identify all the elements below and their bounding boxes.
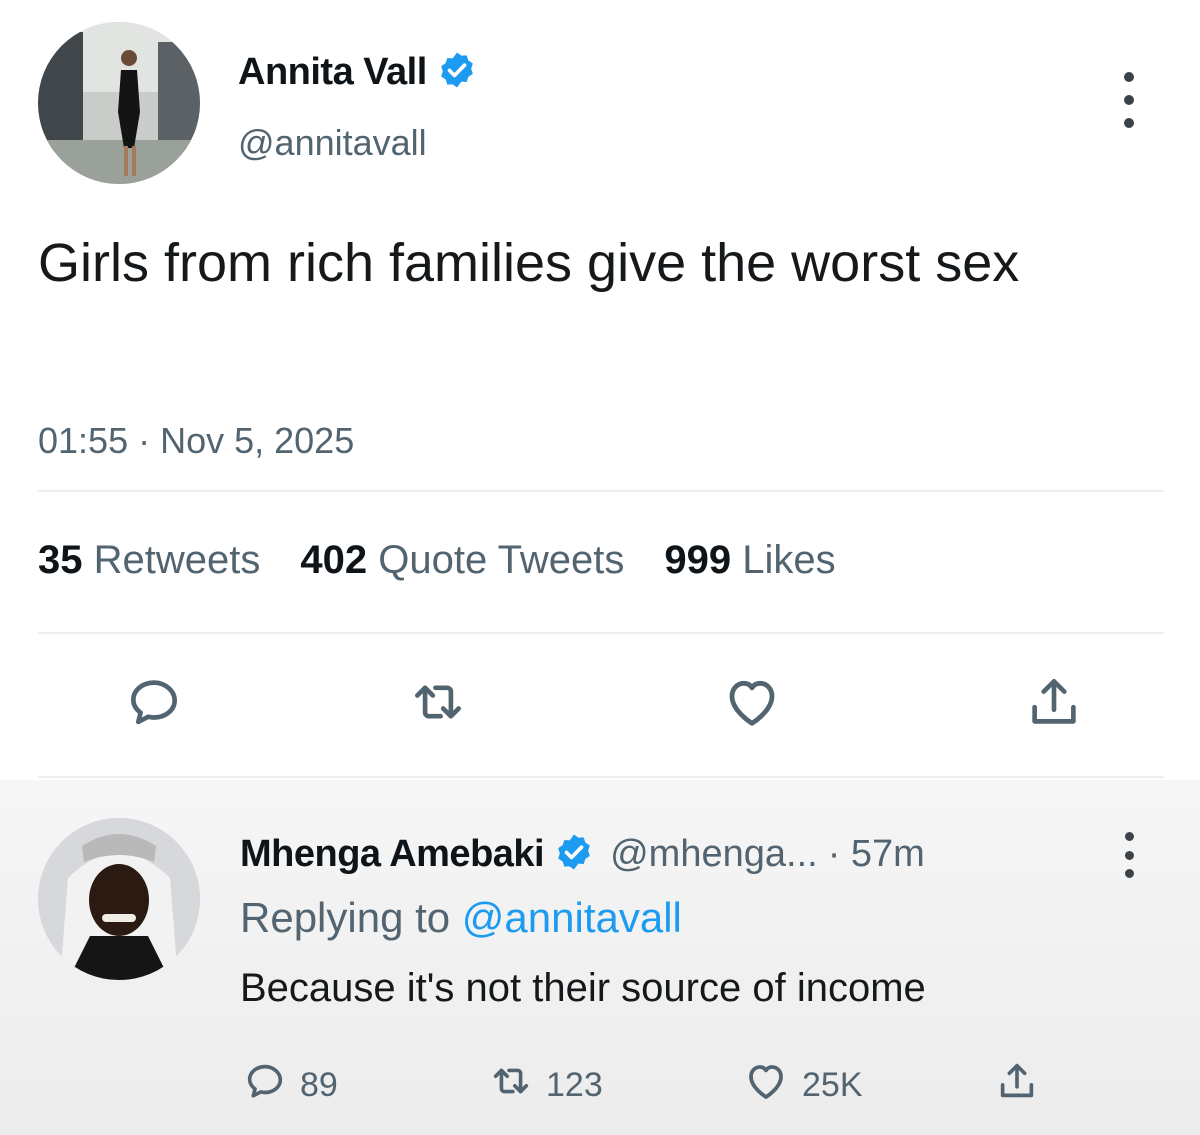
- author-name[interactable]: Annita Vall: [238, 51, 427, 94]
- reply-share-button[interactable]: [994, 1060, 1040, 1110]
- verified-badge-icon: [437, 50, 477, 95]
- tweet-timestamp[interactable]: 01:55 · Nov 5, 2025: [38, 420, 354, 462]
- replying-to: Replying to @annitavall: [240, 894, 682, 942]
- heart-icon: [720, 670, 784, 739]
- reply-time[interactable]: · 57m: [828, 833, 925, 876]
- quote-tweets-stat[interactable]: 402 Quote Tweets: [300, 538, 624, 583]
- reply-like-button[interactable]: 25K: [742, 1060, 863, 1110]
- main-tweet: Annita Vall @annitavall Girls from rich …: [0, 0, 1200, 780]
- reply-header: Mhenga Amebaki @mhenga... · 57m: [240, 832, 925, 877]
- replying-to-label: Replying to: [240, 894, 451, 941]
- retweets-stat[interactable]: 35 Retweets: [38, 538, 260, 583]
- likes-stat[interactable]: 999 Likes: [664, 538, 835, 583]
- divider: [38, 776, 1164, 778]
- divider: [38, 632, 1164, 634]
- reply-text: Because it's not their source of income: [240, 966, 926, 1010]
- retweet-count: 123: [546, 1065, 603, 1104]
- engagement-stats: 35 Retweets 402 Quote Tweets 999 Likes: [38, 538, 836, 583]
- reply-icon: [123, 671, 185, 738]
- reply-reply-button[interactable]: 89: [242, 1060, 338, 1110]
- reply-author-avatar[interactable]: [38, 818, 200, 980]
- retweet-icon: [488, 1058, 534, 1113]
- tweet-text: Girls from rich families give the worst …: [38, 233, 1020, 293]
- more-options-icon[interactable]: [1118, 832, 1140, 878]
- retweet-button[interactable]: [398, 664, 478, 744]
- replying-to-mention[interactable]: @annitavall: [462, 894, 682, 941]
- reply-author-name[interactable]: Mhenga Amebaki: [240, 833, 545, 876]
- reply-tweet: Mhenga Amebaki @mhenga... · 57m Replying…: [0, 780, 1200, 1135]
- more-options-icon[interactable]: [1118, 72, 1140, 128]
- author-name-row: Annita Vall: [238, 50, 477, 95]
- verified-badge-icon: [554, 832, 594, 877]
- reply-count: 89: [300, 1065, 338, 1104]
- reply-retweet-button[interactable]: 123: [488, 1060, 603, 1110]
- share-button[interactable]: [1014, 664, 1094, 744]
- retweet-icon: [407, 671, 469, 738]
- heart-icon: [742, 1057, 790, 1114]
- share-icon: [994, 1058, 1040, 1113]
- tweet-actions: [0, 664, 1200, 744]
- divider: [38, 490, 1164, 492]
- like-button[interactable]: [712, 664, 792, 744]
- reply-author-handle[interactable]: @mhenga...: [610, 833, 818, 876]
- author-avatar[interactable]: [38, 22, 200, 184]
- reply-button[interactable]: [114, 664, 194, 744]
- share-icon: [1023, 671, 1085, 738]
- reply-icon: [242, 1058, 288, 1113]
- reply-actions: 89 123 25K: [0, 1060, 1200, 1110]
- like-count: 25K: [802, 1065, 863, 1104]
- author-handle[interactable]: @annitavall: [238, 122, 427, 164]
